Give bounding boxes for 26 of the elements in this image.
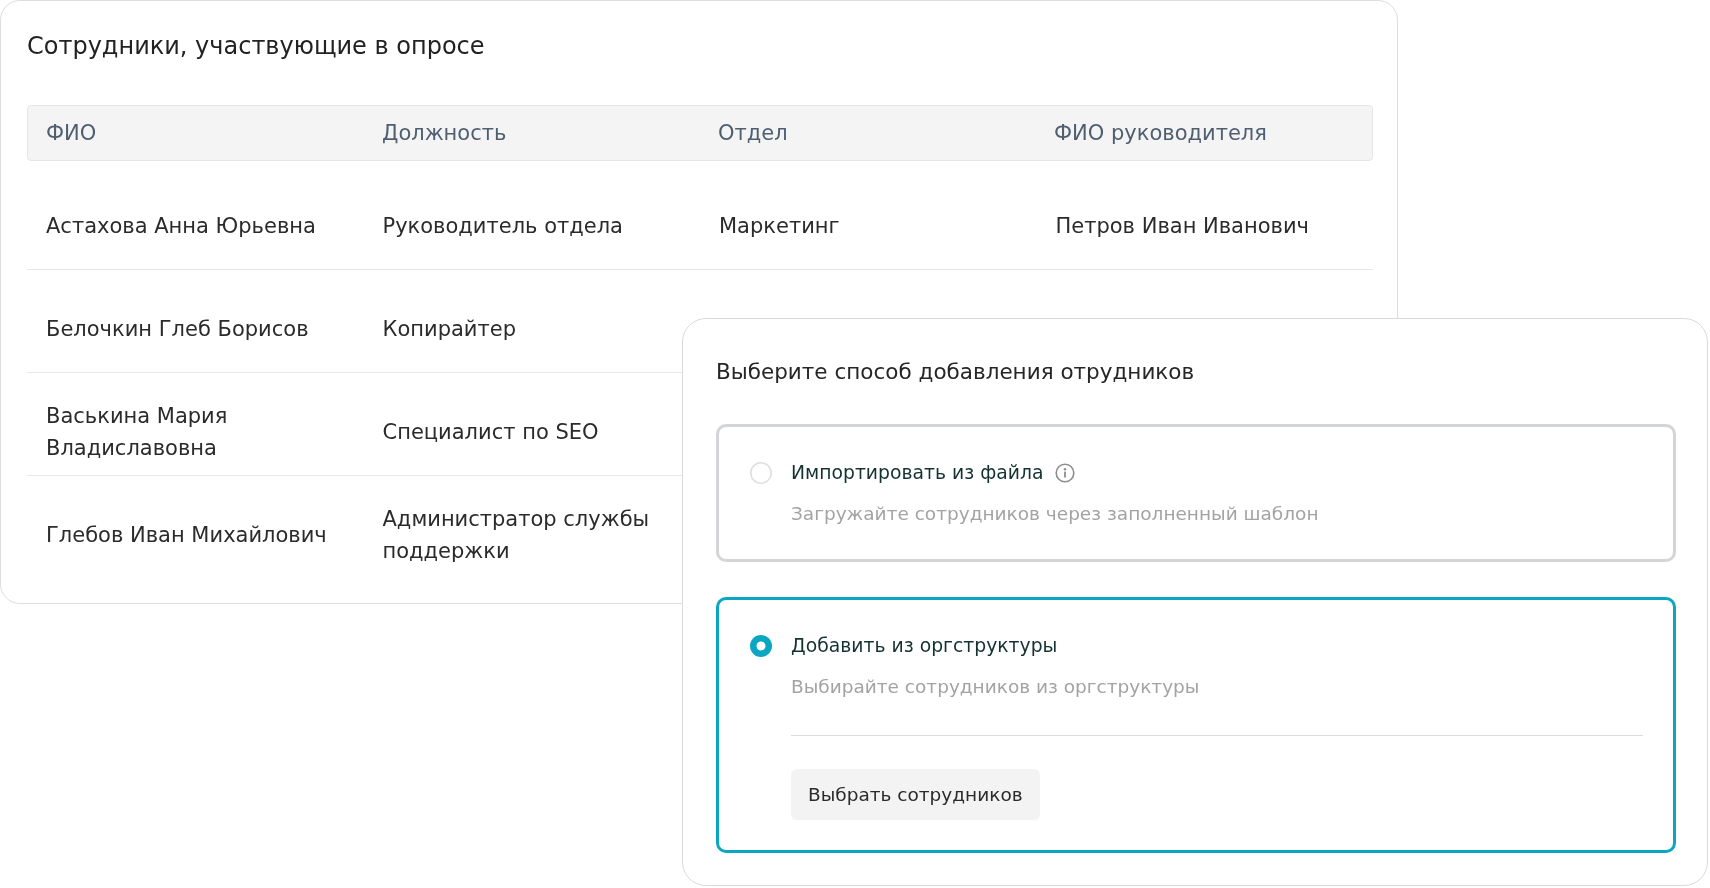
dialog-title: Выберите способ добавления отрудников [716,358,1196,386]
table-cell: Маркетинг [719,213,840,238]
select-employees-button[interactable]: Выбрать сотрудников [791,769,1040,820]
radio-button[interactable] [750,635,772,657]
table-cell: Васькина Мария Владиславовна [46,403,228,460]
table-cell: Глебов Иван Михайлович [46,523,327,547]
table-cell: Специалист по SEO [382,419,599,444]
card-title: Сотрудники, участвующие в опросе [27,31,486,62]
table-cell: Копирайтер [382,316,516,341]
table-cell: Администратор службы поддержки [382,507,650,563]
option-description: Выбирайте сотрудников из оргструктуры [791,675,1201,699]
option-description: Загружайте сотрудников через заполненный шаблон [791,502,1320,526]
option-card[interactable]: Добавить из оргструктуры Выбирайте сотрудников из оргструктуры Выбрать сотрудников [716,597,1676,853]
column-header: Отдел [718,121,788,145]
column-header: ФИО руководителя [1054,121,1267,145]
column-header: ФИО [46,121,97,145]
option-label: Импортировать из файла [791,461,1044,485]
option-label: Добавить из оргструктуры [791,634,1058,658]
table-cell: Астахова Анна Юрьевна [46,213,316,238]
table-cell: Белочкин Глеб Борисов [46,316,309,341]
column-header: Должность [382,121,507,145]
table-cell: Петров Иван Иванович [1055,213,1309,238]
radio-button[interactable] [750,462,772,484]
table-cell: Руководитель отдела [382,213,623,238]
option-card[interactable]: Импортировать из файла Загружайте сотрудников через заполненный шаблон [716,424,1676,562]
info-icon[interactable] [1055,463,1076,483]
